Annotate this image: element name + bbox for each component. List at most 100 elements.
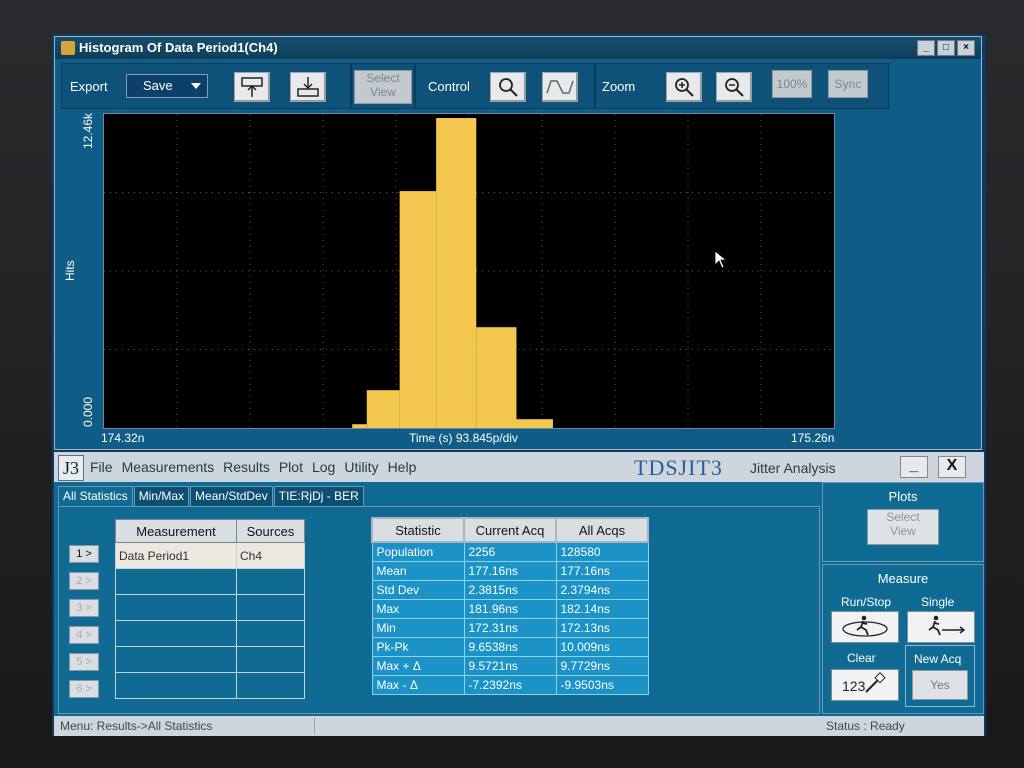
zoom-out-button[interactable] bbox=[716, 72, 752, 102]
export-upload-button[interactable] bbox=[234, 72, 270, 102]
zoom-100-button[interactable]: 100% bbox=[772, 70, 812, 98]
x-axis-left-label: 174.32n bbox=[101, 431, 145, 445]
table-row: Min 172.31ns 172.13ns bbox=[371, 618, 649, 638]
current-acq-header: Current Acq bbox=[463, 517, 557, 543]
table-row[interactable] bbox=[115, 672, 305, 699]
select-view-group: Select View bbox=[351, 63, 415, 109]
menu-bar: J3 File Measurements Results Plot Log Ut… bbox=[54, 452, 984, 482]
stat-current: 9.5721ns bbox=[463, 656, 557, 676]
row-select-button-3[interactable]: 3 > bbox=[69, 599, 99, 617]
brand-subtitle: Jitter Analysis bbox=[750, 460, 836, 476]
histogram-title-bar[interactable]: Histogram Of Data Period1(Ch4) _ □ × bbox=[55, 37, 981, 59]
stat-name: Min bbox=[371, 618, 465, 638]
menu-log[interactable]: Log bbox=[312, 459, 335, 475]
plots-title: Plots bbox=[888, 489, 918, 504]
stat-name: Population bbox=[371, 541, 465, 562]
minimize-button[interactable]: _ bbox=[917, 40, 935, 56]
source-cell bbox=[236, 568, 305, 595]
stat-all: 182.14ns bbox=[555, 599, 649, 619]
zoom-label: Zoom bbox=[602, 79, 636, 94]
table-row[interactable] bbox=[115, 646, 305, 673]
brand-title: TDSJIT3 bbox=[634, 455, 723, 480]
select-view-line1: Select bbox=[366, 71, 400, 85]
row-select-button-1[interactable]: 1 > bbox=[69, 545, 99, 563]
menu-plot[interactable]: Plot bbox=[279, 459, 303, 475]
histogram-plot[interactable] bbox=[103, 113, 835, 429]
menu-path-text: Menu: Results->All Statistics bbox=[60, 719, 213, 733]
stat-all: 10.009ns bbox=[555, 637, 649, 657]
stat-current: 181.96ns bbox=[463, 599, 557, 619]
measurement-cell bbox=[115, 620, 237, 647]
tab-all-statistics[interactable]: All Statistics bbox=[58, 486, 133, 507]
tab-tie-rjdj-ber[interactable]: TIE:RjDj - BER bbox=[273, 486, 364, 507]
close-button[interactable]: × bbox=[957, 40, 975, 56]
stat-name: Max + Δ bbox=[371, 656, 465, 676]
row-select-button-6[interactable]: 6 > bbox=[69, 680, 99, 698]
menu-items: File Measurements Results Plot Log Utili… bbox=[90, 459, 425, 475]
y-axis-top-label: 12.46k bbox=[81, 112, 95, 149]
tab-mean-stddev[interactable]: Mean/StdDev bbox=[190, 486, 273, 507]
y-axis-bottom-label: 0.000 bbox=[81, 396, 95, 427]
maximize-button[interactable]: □ bbox=[937, 40, 955, 56]
menu-file[interactable]: File bbox=[90, 459, 113, 475]
histogram-bar-5 bbox=[476, 327, 517, 428]
single-label: Single bbox=[921, 595, 955, 609]
table-row[interactable] bbox=[115, 594, 305, 621]
source-cell bbox=[236, 646, 305, 673]
run-stop-button[interactable] bbox=[831, 611, 899, 643]
control-group: Control bbox=[415, 63, 595, 109]
statistics-table: Statistic Current Acq All Acqs Populatio… bbox=[371, 517, 649, 695]
source-cell bbox=[236, 620, 305, 647]
row-select-button-4[interactable]: 4 > bbox=[69, 626, 99, 644]
app-logo-icon bbox=[61, 41, 75, 55]
zoom-in-button[interactable] bbox=[666, 72, 702, 102]
control-label: Control bbox=[428, 79, 470, 94]
control-waveform-button[interactable] bbox=[542, 72, 578, 102]
stat-name: Pk-Pk bbox=[371, 637, 465, 657]
minimize-app-button[interactable]: _ bbox=[900, 456, 928, 478]
new-acq-yes-button[interactable]: Yes bbox=[912, 670, 968, 700]
single-button[interactable] bbox=[907, 611, 975, 643]
running-man-arrow-icon bbox=[928, 615, 966, 636]
export-download-button[interactable] bbox=[290, 72, 326, 102]
measurement-table: Measurement Sources Data Period1 Ch4 bbox=[115, 519, 305, 699]
measurement-cell bbox=[115, 594, 237, 621]
menu-help[interactable]: Help bbox=[388, 459, 417, 475]
magnifier-icon bbox=[499, 78, 518, 97]
source-cell bbox=[236, 672, 305, 699]
menu-measurements[interactable]: Measurements bbox=[122, 459, 215, 475]
save-dropdown[interactable]: Save bbox=[126, 74, 208, 98]
zoom-in-icon bbox=[675, 78, 694, 97]
tab-min-max[interactable]: Min/Max bbox=[133, 486, 190, 507]
svg-text:123: 123 bbox=[842, 678, 866, 694]
row-select-button-2[interactable]: 2 > bbox=[69, 572, 99, 590]
control-zoom-button[interactable] bbox=[490, 72, 526, 102]
row-select-button-5[interactable]: 5 > bbox=[69, 653, 99, 671]
clear-button[interactable]: 123 bbox=[831, 669, 899, 701]
clear-label: Clear bbox=[847, 651, 876, 665]
x-axis-title: Time (s) 93.845p/div bbox=[409, 431, 518, 445]
stat-current: 172.31ns bbox=[463, 618, 557, 638]
table-row[interactable]: Data Period1 Ch4 bbox=[115, 542, 305, 569]
table-row[interactable] bbox=[115, 620, 305, 647]
run-stop-label: Run/Stop bbox=[841, 595, 892, 609]
stat-current: -7.2392ns bbox=[463, 675, 557, 695]
j3-logo: J3 bbox=[58, 455, 84, 481]
sources-header: Sources bbox=[236, 519, 305, 543]
chevron-down-icon bbox=[191, 83, 201, 89]
close-app-button[interactable]: X bbox=[938, 456, 966, 478]
x-axis-right-label: 175.26n bbox=[791, 431, 835, 445]
plots-select-view-button[interactable]: Select View bbox=[867, 509, 939, 545]
menu-utility[interactable]: Utility bbox=[344, 459, 378, 475]
select-view-button-disabled[interactable]: Select View bbox=[354, 70, 412, 104]
running-man-loop-icon bbox=[842, 615, 888, 637]
measurement-cell bbox=[115, 672, 237, 699]
table-row: Pk-Pk 9.6538ns 10.009ns bbox=[371, 637, 649, 657]
menu-results[interactable]: Results bbox=[223, 459, 270, 475]
table-row[interactable] bbox=[115, 568, 305, 595]
histogram-bar-2 bbox=[366, 390, 400, 428]
screen: Histogram Of Data Period1(Ch4) _ □ × Exp… bbox=[52, 34, 986, 736]
right-control-panel: Plots Select View Measure Run/Stop Singl… bbox=[822, 482, 984, 714]
sync-button[interactable]: Sync bbox=[828, 70, 868, 98]
stat-all: 128580 bbox=[555, 541, 649, 562]
